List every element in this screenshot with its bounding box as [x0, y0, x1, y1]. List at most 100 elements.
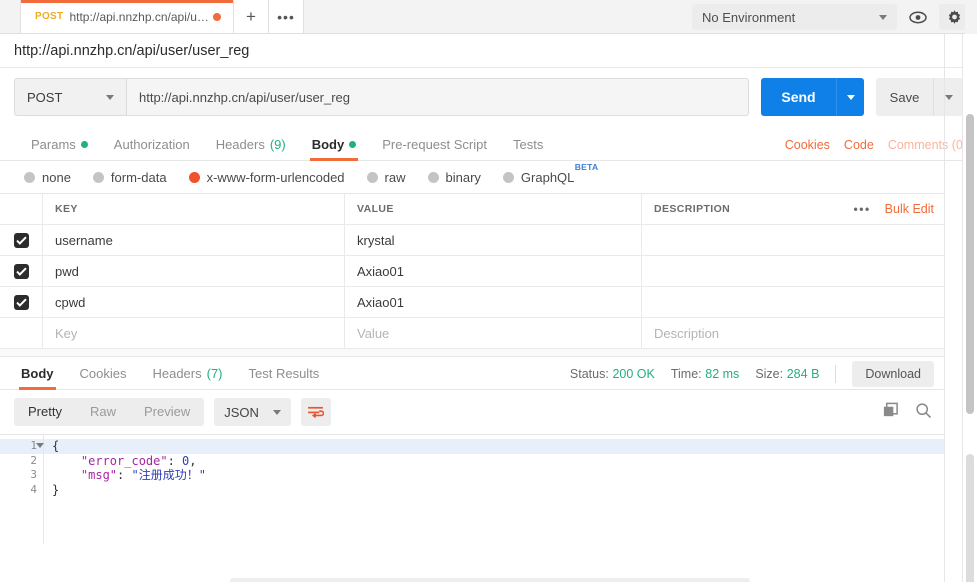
body-type-none[interactable]: none	[24, 170, 71, 185]
code-link[interactable]: Code	[844, 138, 874, 152]
view-mode-preview[interactable]: Preview	[130, 398, 204, 426]
row-key-cell[interactable]: username	[43, 225, 345, 255]
table-header-row: KEY VALUE DESCRIPTION ••• Bulk Edit	[0, 194, 944, 225]
checkbox-checked-icon[interactable]	[13, 294, 29, 310]
row-value-cell[interactable]: Axiao01	[345, 256, 642, 286]
response-tab-headers[interactable]: Headers (7)	[139, 357, 235, 389]
code-token: :	[167, 453, 183, 468]
environment-controls: No Environment	[692, 0, 977, 34]
row-key-text: cpwd	[55, 294, 86, 310]
search-icon[interactable]	[915, 402, 932, 422]
tab-pre-request-script[interactable]: Pre-request Script	[369, 128, 500, 160]
tab-authorization[interactable]: Authorization	[101, 128, 203, 160]
scrollbar-thumb-response[interactable]	[966, 454, 974, 582]
row-value-cell[interactable]: Axiao01	[345, 287, 642, 317]
new-tab-button[interactable]: +	[234, 0, 269, 33]
row-description-cell[interactable]	[642, 287, 944, 317]
request-tab-active[interactable]: POST http://api.nnzhp.cn/api/user/u...	[20, 0, 234, 33]
body-type-form-data[interactable]: form-data	[92, 170, 167, 185]
row-description-input[interactable]: Description	[642, 318, 944, 348]
comments-link[interactable]: Comments (0)	[888, 138, 967, 152]
time-label: Time:	[670, 367, 702, 381]
response-body-code-viewer[interactable]: 1 2 3 4 { "error_code": 0, "msg": "注册成功！…	[0, 434, 944, 544]
response-tab-test-results[interactable]: Test Results	[236, 357, 333, 389]
row-key-input[interactable]: Key	[43, 318, 345, 348]
size-group: Size: 284 B	[755, 366, 819, 381]
tab-pre-request-script-label: Pre-request Script	[382, 136, 487, 152]
response-tab-body[interactable]: Body	[8, 357, 67, 390]
row-description-cell[interactable]	[642, 256, 944, 286]
chevron-down-icon	[272, 409, 281, 415]
checkbox-checked-icon[interactable]	[13, 232, 29, 248]
body-type-binary[interactable]: binary	[427, 170, 481, 185]
request-tab-strip: POST http://api.nnzhp.cn/api/user/u... +…	[0, 0, 304, 33]
row-key-placeholder: Key	[55, 325, 78, 341]
code-content[interactable]: { "error_code": 0, "msg": "注册成功！" }	[44, 435, 944, 544]
row-value-cell[interactable]: krystal	[345, 225, 642, 255]
bulk-edit-link[interactable]: Bulk Edit	[885, 202, 934, 216]
response-tab-body-label: Body	[21, 365, 54, 381]
eye-icon[interactable]	[903, 4, 933, 30]
tab-params[interactable]: Params	[18, 128, 101, 160]
code-fold-arrow-icon[interactable]	[36, 443, 44, 448]
table-more-options-icon[interactable]: •••	[854, 202, 871, 216]
view-mode-raw[interactable]: Raw	[76, 398, 130, 426]
tab-headers-label: Headers	[215, 136, 265, 152]
tab-tests[interactable]: Tests	[500, 128, 556, 160]
save-button[interactable]: Save	[876, 78, 933, 116]
body-type-raw[interactable]: raw	[366, 169, 406, 185]
time-value: 82 ms	[705, 367, 740, 381]
response-format-selector[interactable]: JSON	[214, 398, 291, 426]
response-tab-cookies[interactable]: Cookies	[67, 357, 140, 389]
http-method-selector[interactable]: POST	[14, 78, 126, 116]
code-line: }	[44, 483, 944, 498]
tab-authorization-label: Authorization	[113, 136, 190, 152]
response-tab-test-results-label: Test Results	[248, 365, 320, 381]
row-checkbox-cell[interactable]	[0, 287, 43, 317]
line-number: 3	[0, 468, 43, 483]
word-wrap-icon[interactable]	[300, 398, 331, 426]
request-url-heading: http://api.nnzhp.cn/api/user/user_reg	[0, 34, 977, 68]
body-type-urlencoded[interactable]: x-www-form-urlencoded	[188, 170, 345, 185]
body-type-graphql[interactable]: GraphQL BETA	[502, 162, 598, 185]
table-row[interactable]: cpwd Axiao01	[0, 287, 944, 318]
scrollbar-thumb-request[interactable]	[966, 114, 974, 414]
code-token: }	[52, 482, 60, 497]
row-checkbox-cell[interactable]	[0, 225, 43, 255]
table-header-actions: ••• Bulk Edit	[854, 202, 934, 216]
divider	[835, 364, 837, 383]
tab-headers[interactable]: Headers (9)	[203, 128, 299, 160]
copy-icon[interactable]	[882, 402, 899, 422]
send-options-button[interactable]	[836, 78, 864, 116]
send-button[interactable]: Send	[761, 78, 836, 116]
column-header-description-wrap: DESCRIPTION ••• Bulk Edit	[642, 194, 944, 224]
graphql-beta-badge: BETA	[574, 161, 599, 172]
download-button[interactable]: Download	[852, 360, 934, 387]
tab-options-more-icon[interactable]: •••	[269, 0, 304, 33]
row-checkbox-cell[interactable]	[0, 318, 43, 348]
view-mode-pretty[interactable]: Pretty	[14, 398, 76, 426]
save-options-button[interactable]	[933, 78, 963, 116]
row-key-cell[interactable]: pwd	[43, 256, 345, 286]
main-vertical-scrollbar[interactable]	[962, 34, 977, 582]
row-description-cell[interactable]	[642, 225, 944, 255]
line-number: 4	[0, 483, 43, 498]
checkbox-checked-icon[interactable]	[13, 263, 29, 279]
main-pane-right-divider	[944, 34, 945, 582]
status-group: Status: 200 OK	[570, 366, 655, 381]
table-row[interactable]: pwd Axiao01	[0, 256, 944, 287]
row-key-cell[interactable]: cpwd	[43, 287, 345, 317]
request-url-input[interactable]: http://api.nnzhp.cn/api/user/user_reg	[126, 78, 749, 116]
response-tab-cookies-label: Cookies	[79, 365, 127, 381]
row-checkbox-cell[interactable]	[0, 256, 43, 286]
request-section-tabs: Params Authorization Headers (9) Body Pr…	[0, 128, 977, 161]
chevron-down-icon	[879, 14, 887, 20]
cookies-link[interactable]: Cookies	[785, 138, 830, 152]
code-line-number-gutter: 1 2 3 4	[0, 435, 44, 544]
body-type-raw-label: raw	[384, 169, 406, 185]
tab-body[interactable]: Body	[299, 128, 370, 161]
table-row[interactable]: username krystal	[0, 225, 944, 256]
row-value-input[interactable]: Value	[345, 318, 642, 348]
environment-selector[interactable]: No Environment	[692, 4, 897, 30]
table-row-empty[interactable]: Key Value Description	[0, 318, 944, 349]
